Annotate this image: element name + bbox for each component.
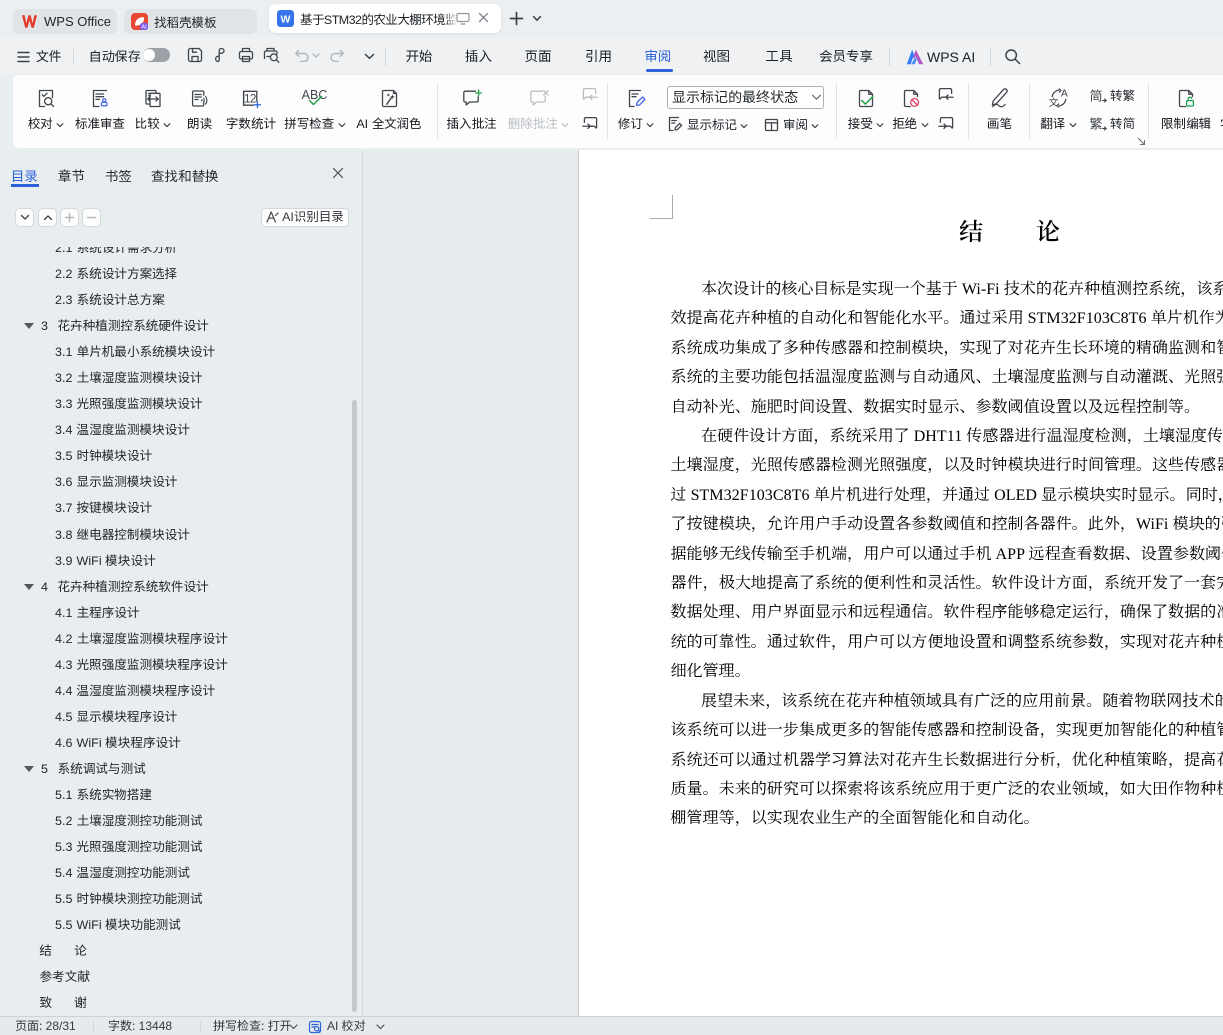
svg-text:12: 12 [244,93,256,105]
svg-text:W: W [281,14,291,26]
svg-text:AI: AI [141,24,147,30]
svg-text:ABC: ABC [302,88,328,102]
svg-text:文: 文 [1048,97,1059,109]
svg-text:繁: 繁 [1089,117,1102,132]
svg-text:A: A [1060,87,1067,99]
svg-text:简: 简 [1089,89,1102,104]
